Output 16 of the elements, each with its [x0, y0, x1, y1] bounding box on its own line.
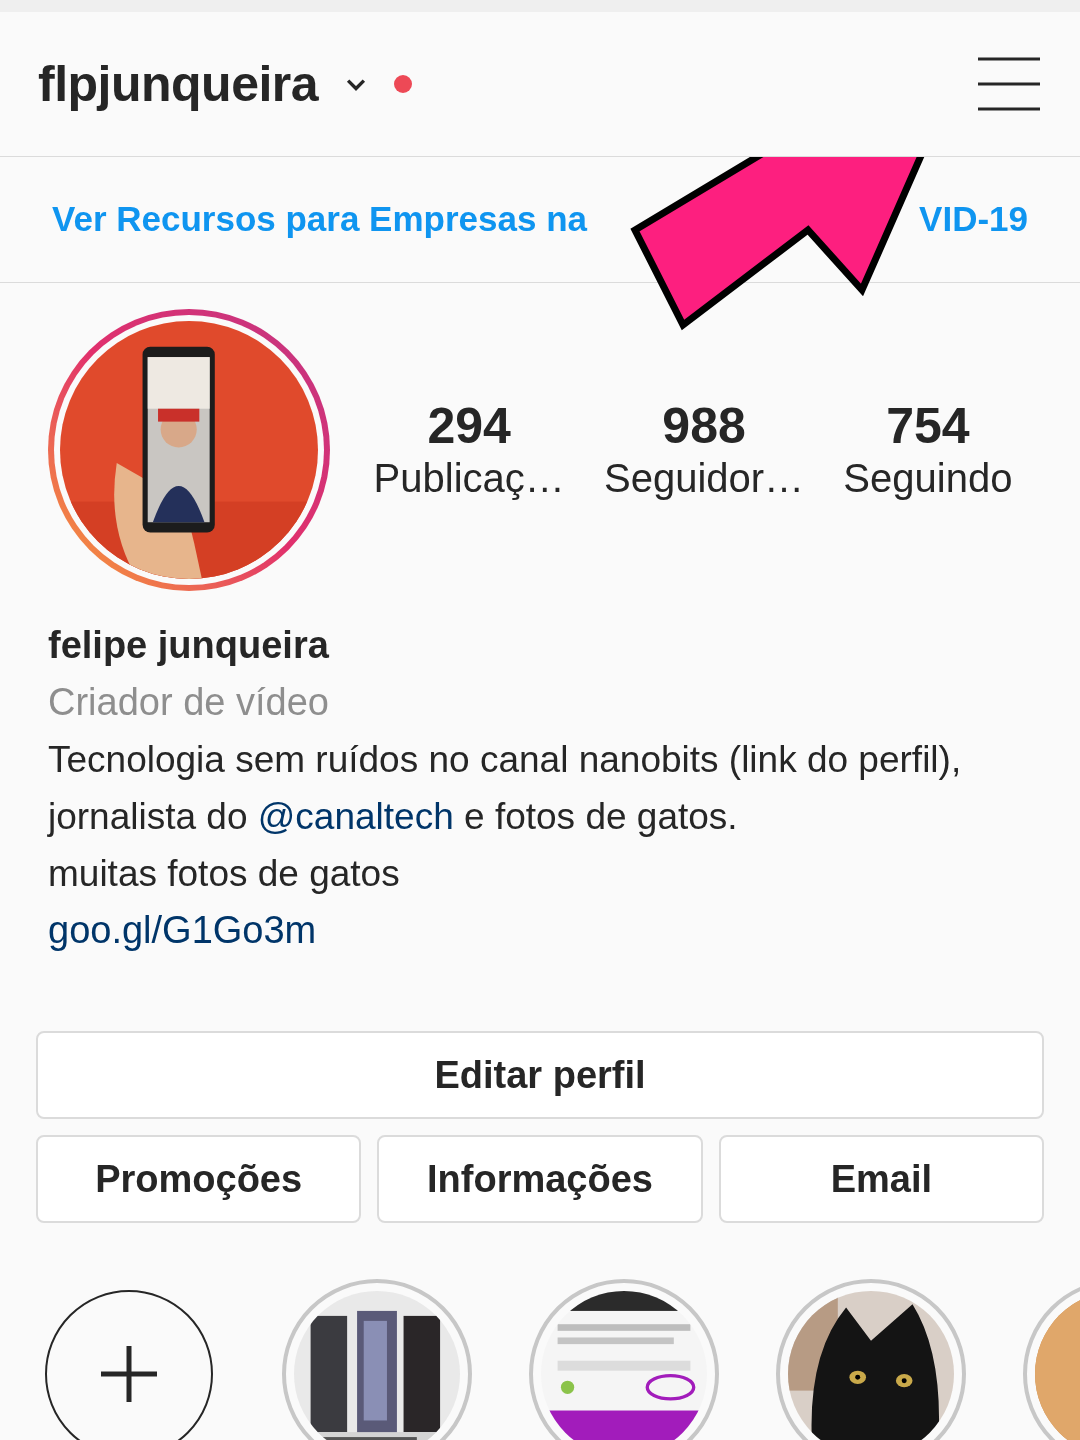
- stat-count: 754: [886, 398, 970, 454]
- bio-text: Tecnologia sem ruídos no canal nanobits (link do perfil), jornalista do @canaltech e fotos de gatos. muitas fotos de gatos: [48, 738, 963, 896]
- profile-action-button[interactable]: Promoções: [36, 1135, 362, 1223]
- profile-name: felipe junqueira: [48, 623, 330, 668]
- username[interactable]: flpjunqueira: [38, 46, 319, 122]
- stat-label[interactable]: Publicaç…: [373, 453, 565, 502]
- stat-label[interactable]: Seguidor…: [604, 453, 805, 502]
- edit-profile-button[interactable]: Editar perfil: [36, 1031, 1044, 1119]
- stat-count: 988: [662, 398, 746, 454]
- profile-action-button[interactable]: Email: [718, 1135, 1044, 1223]
- mention-link[interactable]: @canaltech: [257, 796, 454, 837]
- website-link[interactable]: goo.gl/G1Go3m: [48, 902, 1032, 959]
- profile-category: Criador de vídeo: [48, 680, 330, 725]
- stat-count: 294: [427, 398, 511, 454]
- profile-action-button[interactable]: Informações: [377, 1135, 703, 1223]
- stat-label[interactable]: Seguindo: [843, 453, 1013, 502]
